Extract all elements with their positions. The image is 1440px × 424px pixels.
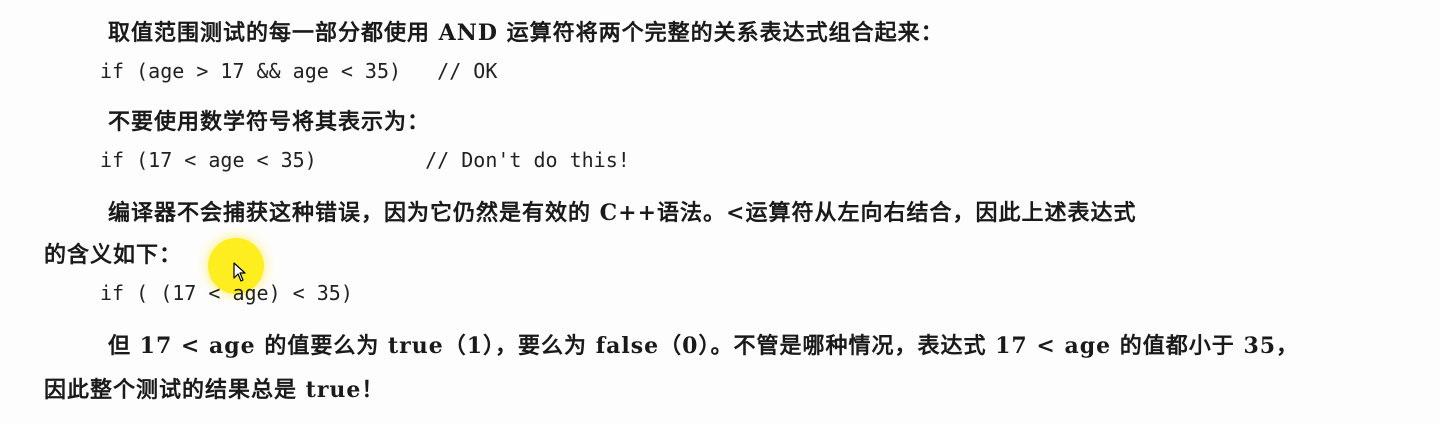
result-line-1: 但 17 < age 的值要么为 true（1），要么为 false（0）。不管… xyxy=(108,333,1300,359)
code-line-bad: if (17 < age < 35) // Don't do this! xyxy=(100,148,630,172)
code-line-ok: if (age > 17 && age < 35) // OK xyxy=(100,59,498,83)
explanation-line-1: 编译器不会捕获这种错误，因为它仍然是有效的 C++语法。<运算符从左向右结合，因… xyxy=(108,200,1137,226)
intro-paragraph: 取值范围测试的每一部分都使用 AND 运算符将两个完整的关系表达式组合起来： xyxy=(108,20,944,46)
result-line-2: 因此整个测试的结果总是 true！ xyxy=(44,377,385,403)
mouse-cursor-icon xyxy=(233,262,247,287)
code-line-equivalent: if ( (17 < age) < 35) xyxy=(100,281,353,305)
explanation-line-2: 的含义如下： xyxy=(44,242,183,268)
warning-paragraph: 不要使用数学符号将其表示为： xyxy=(108,109,431,135)
